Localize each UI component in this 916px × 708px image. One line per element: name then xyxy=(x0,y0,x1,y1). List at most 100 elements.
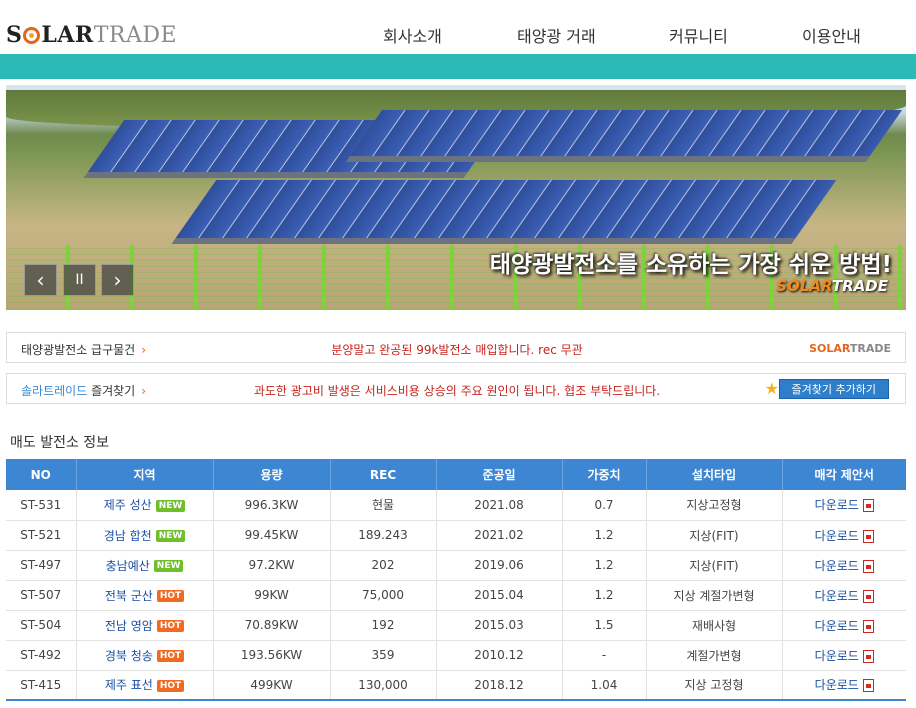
cell-date: 2021.08 xyxy=(436,490,563,521)
col-weight: 가중치 xyxy=(562,459,647,490)
nav-item-guide[interactable]: 이용안내 xyxy=(802,23,861,47)
cell-no: ST-492 xyxy=(6,640,77,671)
download-link[interactable]: 다운로드 xyxy=(815,529,859,543)
download-link[interactable]: 다운로드 xyxy=(815,649,859,663)
nav-item-solar-trade[interactable]: 태양광 거래 xyxy=(517,23,596,47)
cell-no: ST-507 xyxy=(6,580,77,611)
banner-brand: SOLARTRADE xyxy=(776,277,888,295)
table-row[interactable]: ST-531 제주 성산 NEW 996.3KW 현물 2021.08 0.7 지상고정형 다운… xyxy=(6,490,906,521)
favorites-box: 솔라트레이드 즐겨찾기 › 과도한 광고비 발생은 서비스비용 상승의 주요 원인… xyxy=(6,373,906,404)
cell-proposal: 다운로드 xyxy=(782,670,906,701)
cell-weight: 1.2 xyxy=(562,550,647,581)
nav-item-company[interactable]: 회사소개 xyxy=(383,23,442,47)
cell-region[interactable]: 충남예산 NEW xyxy=(76,550,214,581)
pause-icon: II xyxy=(75,272,84,288)
cell-weight: 0.7 xyxy=(562,490,647,521)
hero-banner: 태양광발전소를 소유하는 가장 쉬운 방법! SOLARTRADE ‹ II › xyxy=(6,85,906,310)
pdf-icon[interactable] xyxy=(862,529,874,543)
teal-nav-bar xyxy=(0,54,916,79)
cell-region[interactable]: 제주 표선 HOT xyxy=(76,670,214,701)
cell-rec: 189.243 xyxy=(330,520,437,551)
col-capacity: 용량 xyxy=(213,459,331,490)
pdf-icon[interactable] xyxy=(862,649,874,663)
status-badge: NEW xyxy=(155,530,186,542)
cell-proposal: 다운로드 xyxy=(782,640,906,671)
table-header-row: NO 지역 용량 REC 준공일 가중치 설치타입 매각 제안서 xyxy=(6,459,906,490)
status-badge: NEW xyxy=(153,560,184,572)
download-link[interactable]: 다운로드 xyxy=(815,498,859,512)
cell-weight: 1.2 xyxy=(562,580,647,611)
add-favorite-button[interactable]: 즐겨찾기 추가하기 xyxy=(778,379,889,399)
cell-rec: 75,000 xyxy=(330,580,437,611)
pdf-icon[interactable] xyxy=(862,499,874,513)
col-region: 지역 xyxy=(76,459,214,490)
pdf-icon[interactable] xyxy=(862,619,874,633)
col-rec: REC xyxy=(330,459,437,490)
download-link[interactable]: 다운로드 xyxy=(815,589,859,603)
cell-region[interactable]: 경북 청송 HOT xyxy=(76,640,214,671)
cell-proposal: 다운로드 xyxy=(782,520,906,551)
cell-date: 2019.06 xyxy=(436,550,563,581)
main-nav: 회사소개 태양광 거래 커뮤니티 이용안내 xyxy=(0,23,916,47)
table-row[interactable]: ST-504 전남 영암 HOT 70.89KW 192 2015.03 1.5 재배사형 다운… xyxy=(6,610,906,641)
cell-date: 2021.02 xyxy=(436,520,563,551)
pdf-icon[interactable] xyxy=(862,589,874,603)
cell-date: 2010.12 xyxy=(436,640,563,671)
cell-proposal: 다운로드 xyxy=(782,580,906,611)
cell-date: 2015.04 xyxy=(436,580,563,611)
cell-proposal: 다운로드 xyxy=(782,550,906,581)
cell-region[interactable]: 전남 영암 HOT xyxy=(76,610,214,641)
cell-date: 2015.03 xyxy=(436,610,563,641)
table-row[interactable]: ST-415 제주 표선 HOT 499KW 130,000 2018.12 1.04 지상 … xyxy=(6,670,906,701)
urgent-message[interactable]: 분양말고 완공된 99k발전소 매입합니다. rec 무관 xyxy=(7,341,907,358)
pdf-icon[interactable] xyxy=(862,559,874,573)
col-install-type: 설치타입 xyxy=(646,459,783,490)
solar-panels-image xyxy=(46,110,906,260)
col-date: 준공일 xyxy=(436,459,563,490)
star-icon: ★ xyxy=(764,379,779,398)
listings-table: NO 지역 용량 REC 준공일 가중치 설치타입 매각 제안서 ST-531 제… xyxy=(6,459,906,701)
banner-prev-button[interactable]: ‹ xyxy=(24,264,57,296)
mini-logo: SOLARTRADE xyxy=(809,342,891,355)
banner-caption: 태양광발전소를 소유하는 가장 쉬운 방법! xyxy=(489,252,892,278)
chevron-left-icon: ‹ xyxy=(36,268,45,292)
cell-region[interactable]: 제주 성산 NEW xyxy=(76,490,214,521)
cell-date: 2018.12 xyxy=(436,670,563,701)
cell-rec: 359 xyxy=(330,640,437,671)
cell-install-type: 지상(FIT) xyxy=(646,520,783,551)
nav-item-community[interactable]: 커뮤니티 xyxy=(669,23,728,47)
cell-region[interactable]: 경남 합천 NEW xyxy=(76,520,214,551)
cell-weight: 1.2 xyxy=(562,520,647,551)
table-row[interactable]: ST-521 경남 합천 NEW 99.45KW 189.243 2021.02 1.2 지상… xyxy=(6,520,906,551)
section-title: 매도 발전소 정보 xyxy=(10,435,110,451)
cell-capacity: 99KW xyxy=(213,580,331,611)
cell-install-type: 지상(FIT) xyxy=(646,550,783,581)
table-row[interactable]: ST-507 전북 군산 HOT 99KW 75,000 2015.04 1.2 지상 계절가… xyxy=(6,580,906,611)
cell-capacity: 99.45KW xyxy=(213,520,331,551)
download-link[interactable]: 다운로드 xyxy=(815,559,859,573)
status-badge: HOT xyxy=(156,679,185,692)
cell-install-type: 지상고정형 xyxy=(646,490,783,521)
col-no: NO xyxy=(6,459,77,490)
cell-weight: - xyxy=(562,640,647,671)
cell-no: ST-415 xyxy=(6,670,77,701)
banner-next-button[interactable]: › xyxy=(101,264,134,296)
col-proposal: 매각 제안서 xyxy=(782,459,906,490)
cell-capacity: 97.2KW xyxy=(213,550,331,581)
banner-pause-button[interactable]: II xyxy=(63,264,96,296)
table-row[interactable]: ST-492 경북 청송 HOT 193.56KW 359 2010.12- 계절가변형 다운… xyxy=(6,640,906,671)
status-badge: NEW xyxy=(155,499,186,512)
cell-rec: 130,000 xyxy=(330,670,437,701)
cell-region[interactable]: 전북 군산 HOT xyxy=(76,580,214,611)
cell-proposal: 다운로드 xyxy=(782,610,906,641)
download-link[interactable]: 다운로드 xyxy=(815,619,859,633)
pdf-icon[interactable] xyxy=(862,679,874,693)
cell-capacity: 996.3KW xyxy=(213,490,331,521)
cell-capacity: 193.56KW xyxy=(213,640,331,671)
download-link[interactable]: 다운로드 xyxy=(815,678,859,692)
cell-proposal: 다운로드 xyxy=(782,490,906,521)
cell-capacity: 70.89KW xyxy=(213,610,331,641)
cell-install-type: 재배사형 xyxy=(646,610,783,641)
table-row[interactable]: ST-497 충남예산 NEW 97.2KW 202 2019.06 1.2 지상(FIT) 다… xyxy=(6,550,906,581)
cell-no: ST-497 xyxy=(6,550,77,581)
